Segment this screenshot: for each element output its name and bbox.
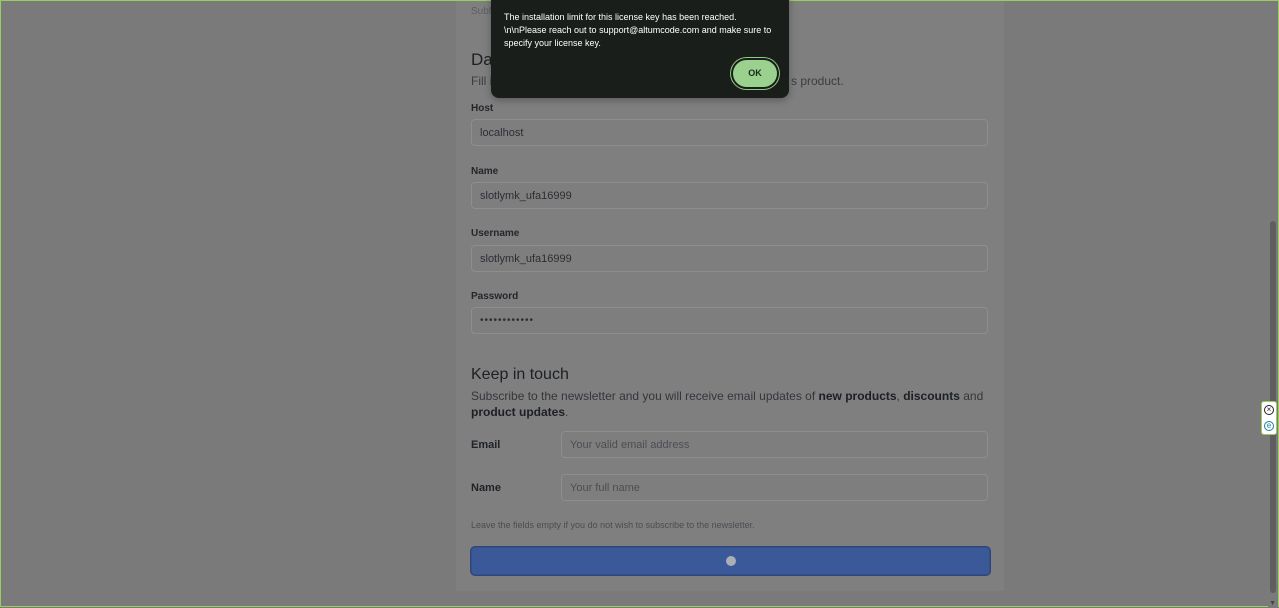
newsletter-desc-3: and [959,389,984,403]
close-circle-icon[interactable]: × [1264,405,1274,415]
floating-widget: × e [1261,401,1277,435]
email-field[interactable]: Your valid email address [561,431,988,458]
database-section-title: Da [471,50,493,69]
newsletter-hint: Leave the fields empty if you do not wis… [471,520,755,530]
database-desc-left: Fill i [471,74,493,88]
name-placeholder: Your full name [570,481,640,494]
newsletter-desc-discounts: discounts [903,389,960,403]
host-label: Host [471,103,494,114]
username-input[interactable]: slotlymk_ufa16999 [471,245,988,272]
database-desc-right: s product. [791,74,844,88]
ok-button[interactable]: OK [733,60,777,87]
username-value: slotlymk_ufa16999 [480,252,572,265]
newsletter-desc-4: . [565,405,569,419]
username-label: Username [471,228,520,239]
submit-button[interactable] [471,547,990,575]
subscriber-name-label: Name [471,482,501,494]
newsletter-desc-new-products: new products [818,389,897,403]
db-name-label: Name [471,166,499,177]
newsletter-desc-1: Subscribe to the newsletter and you will… [471,389,819,403]
db-name-value: slotlymk_ufa16999 [480,189,572,202]
dialog-message: The installation limit for this license … [504,12,772,48]
subscriber-name-field[interactable]: Your full name [561,474,988,501]
section-subtitle-fragment: Subf [471,6,492,17]
password-label: Password [471,291,519,302]
scroll-down-arrow-icon[interactable]: ▼ [1269,600,1276,607]
database-section-description: Fill i s product. [471,74,844,88]
email-label: Email [471,439,501,451]
newsletter-desc-product-updates: product updates [471,405,566,419]
email-placeholder: Your valid email address [570,438,690,451]
license-limit-dialog: The installation limit for this license … [491,0,789,98]
host-input[interactable]: localhost [471,119,988,146]
loading-spinner-icon [725,556,736,566]
host-value: localhost [480,126,524,139]
db-name-input[interactable]: slotlymk_ufa16999 [471,182,988,209]
newsletter-description: Subscribe to the newsletter and you will… [471,388,991,420]
e-circle-icon[interactable]: e [1264,421,1274,431]
password-value: •••••••••••• [480,315,535,326]
page-scrollbar[interactable]: ▼ [1268,1,1278,608]
password-input[interactable]: •••••••••••• [471,307,988,334]
newsletter-title: Keep in touch [471,366,569,383]
